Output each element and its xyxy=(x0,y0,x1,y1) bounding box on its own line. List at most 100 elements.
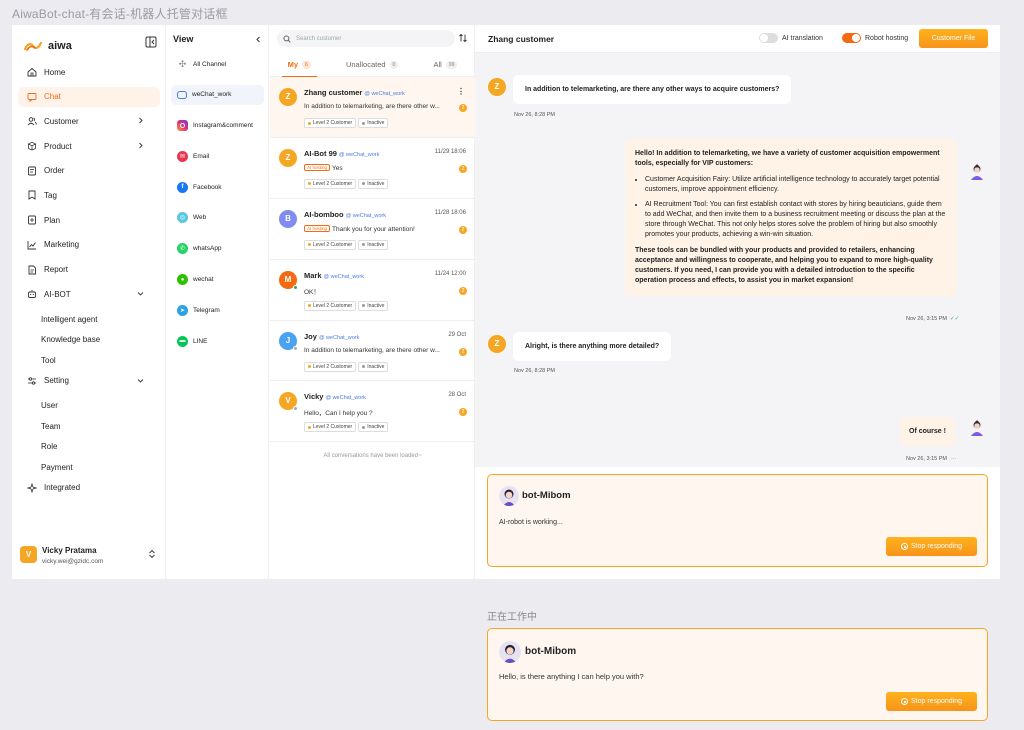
user-name: Vicky Pratama xyxy=(42,546,97,555)
nav-report[interactable]: Report xyxy=(18,260,160,280)
nav-label: Chat xyxy=(44,92,61,102)
channel-wechat[interactable]: ● wechat xyxy=(171,270,264,290)
logo: aiwa xyxy=(24,37,72,55)
nav-product[interactable]: Product xyxy=(18,136,160,156)
ai-translation-toggle[interactable]: AI translation xyxy=(759,33,823,43)
conversation-item[interactable]: Z AI-Bot 99 @ weChat_work 11/29 18:06 AI hos… xyxy=(270,138,475,199)
tab-all[interactable]: All 99 xyxy=(427,53,463,77)
customer-tag: Level 2 Customer xyxy=(304,178,357,189)
avatar: Z xyxy=(488,78,506,96)
logo-text: aiwa xyxy=(48,40,72,52)
sort-icon[interactable] xyxy=(458,33,468,43)
tag-dot xyxy=(308,365,311,369)
tag-label: Level 2 Customer xyxy=(313,363,353,370)
toggle-switch[interactable] xyxy=(842,33,861,43)
avatar: Z xyxy=(488,335,506,353)
chevron-left-icon[interactable] xyxy=(255,36,262,43)
conversation-channel: @ weChat_work xyxy=(338,151,380,158)
nav-user[interactable]: User xyxy=(18,395,160,416)
telegram-icon: ➤ xyxy=(177,304,188,316)
robot-hosting-toggle[interactable]: Robot hosting xyxy=(842,33,908,43)
conversation-name: Joy @ weChat_work xyxy=(304,332,359,341)
avatar: Z xyxy=(279,88,297,106)
conversation-item[interactable]: V Vicky @ weChat_work 28 Oct Hello，Can I hel… xyxy=(270,381,475,443)
bot-name: bot-Mibom xyxy=(522,490,571,501)
tag-label: Inactive xyxy=(367,120,385,126)
channel-whatsapp[interactable]: ✆ whatsApp xyxy=(171,239,264,259)
channel-facebook[interactable]: f Facebook xyxy=(171,177,264,197)
customer-file-button[interactable]: Customer File xyxy=(919,29,988,48)
preview-text: OK！ xyxy=(304,288,320,296)
avatar: B xyxy=(279,209,297,228)
web-icon: ◎ xyxy=(177,212,188,224)
customer-tag: Level 2 Customer xyxy=(304,118,357,128)
conversation-preview: AI hosting Thank you for your attention! xyxy=(304,224,454,233)
channel-web[interactable]: ◎ Web xyxy=(171,208,264,228)
message-list-item: Customer Acquisition Fairy: Utilize arti… xyxy=(645,175,947,195)
tag-label: Level 2 Customer xyxy=(313,120,353,126)
box-icon xyxy=(28,141,36,151)
channel-telegram[interactable]: ➤ Telegram xyxy=(171,300,264,320)
conversation-item[interactable]: Z Zhang customer @ weChat_work ⋮ In addition… xyxy=(270,77,475,138)
nav-chat[interactable]: Chat xyxy=(18,86,160,107)
channel-label: Email xyxy=(193,152,210,160)
message-time: Nov 26, 3:15 PM ··· xyxy=(906,456,956,462)
nav-plan[interactable]: Plan xyxy=(18,210,160,230)
chat-icon xyxy=(27,92,37,102)
message-time: Nov 26, 8:28 PM xyxy=(514,368,555,374)
nav-customer[interactable]: Customer xyxy=(18,111,160,131)
unread-badge: 2 xyxy=(459,104,467,112)
nav-ai-bot[interactable]: AI-BOT xyxy=(18,284,160,304)
channel-line[interactable]: ▬ LINE xyxy=(171,331,264,351)
nav-knowledge-base[interactable]: Knowledge base xyxy=(18,329,160,350)
nav-payment[interactable]: Payment xyxy=(18,457,160,478)
nav-order[interactable]: Order xyxy=(18,161,160,181)
conversation-item[interactable]: B AI-bomboo @ weChat_work 11/28 18:06 AI hos… xyxy=(270,199,475,260)
message-time: Nov 26, 8:28 PM xyxy=(514,112,555,118)
working-section-title: 正在工作中 xyxy=(487,612,537,623)
more-menu-icon[interactable]: ⋮ xyxy=(457,87,465,96)
conversation-channel: @ weChat_work xyxy=(345,212,387,219)
logo-icon xyxy=(24,41,43,51)
channel-email[interactable]: ✉ Email xyxy=(171,146,264,166)
tag-dot xyxy=(362,304,366,308)
robot-avatar-icon xyxy=(971,420,983,436)
channel-wechat-work[interactable]: weChat_work xyxy=(171,84,264,105)
collapse-sidebar-icon[interactable] xyxy=(145,36,157,48)
tab-my[interactable]: My 6 xyxy=(281,53,317,78)
nav-role[interactable]: Role xyxy=(18,437,160,458)
switch-account-icon[interactable] xyxy=(148,549,156,559)
conversation-panel: Search customer My 6 Unallocated 0 All 99 Z… xyxy=(270,25,475,579)
conversation-item[interactable]: M Mark @ weChat_work 11/24 12:00 OK！ 2 Level 2… xyxy=(270,260,475,321)
conversation-tags: Level 2 Customer Inactive xyxy=(304,300,389,311)
search-input[interactable]: Search customer xyxy=(277,30,455,47)
nav-home[interactable]: Home xyxy=(18,62,160,82)
channel-label: Instagram&comment xyxy=(193,122,253,130)
nav-label: Plan xyxy=(44,215,61,225)
toggle-switch[interactable] xyxy=(759,33,778,43)
nav-team[interactable]: Team xyxy=(18,416,160,437)
offline-status-dot xyxy=(293,345,298,351)
nav-setting[interactable]: Setting xyxy=(18,371,160,391)
conversation-item[interactable]: J Joy @ weChat_work 29 Oct In addition to te… xyxy=(270,321,475,382)
tag-label: Inactive xyxy=(367,241,385,248)
nav-marketing[interactable]: Marketing xyxy=(18,235,160,255)
message-list-item: AI Recruitment Tool: You can first estab… xyxy=(645,200,947,240)
stop-responding-button[interactable]: Stop responding xyxy=(886,537,977,556)
tab-unallocated[interactable]: Unallocated 0 xyxy=(340,53,404,77)
conversation-tabs: My 6 Unallocated 0 All 99 xyxy=(270,53,475,78)
nav-intelligent-agent[interactable]: Intelligent agent xyxy=(18,309,160,330)
nav-integrated[interactable]: Integrated xyxy=(18,478,160,498)
tag-label: Level 2 Customer xyxy=(313,302,353,309)
online-status-dot xyxy=(293,284,298,290)
message-time-text: Nov 26, 3:15 PM xyxy=(906,456,947,462)
conversation-time: 11/28 18:06 xyxy=(434,209,466,216)
nav-tag[interactable]: Tag xyxy=(18,185,160,205)
nav-tool[interactable]: Tool xyxy=(18,350,160,371)
channel-instagram[interactable]: Instagram&comment xyxy=(171,116,264,136)
stop-responding-button[interactable]: Stop responding xyxy=(886,692,977,711)
nav-label: Product xyxy=(44,141,72,151)
conversation-name: AI-Bot 99 @ weChat_work xyxy=(304,149,379,158)
user-profile[interactable]: V Vicky Pratama vicky.wei@gzidc.com xyxy=(18,543,160,571)
channel-all[interactable]: ✣ All Channel xyxy=(171,54,264,74)
